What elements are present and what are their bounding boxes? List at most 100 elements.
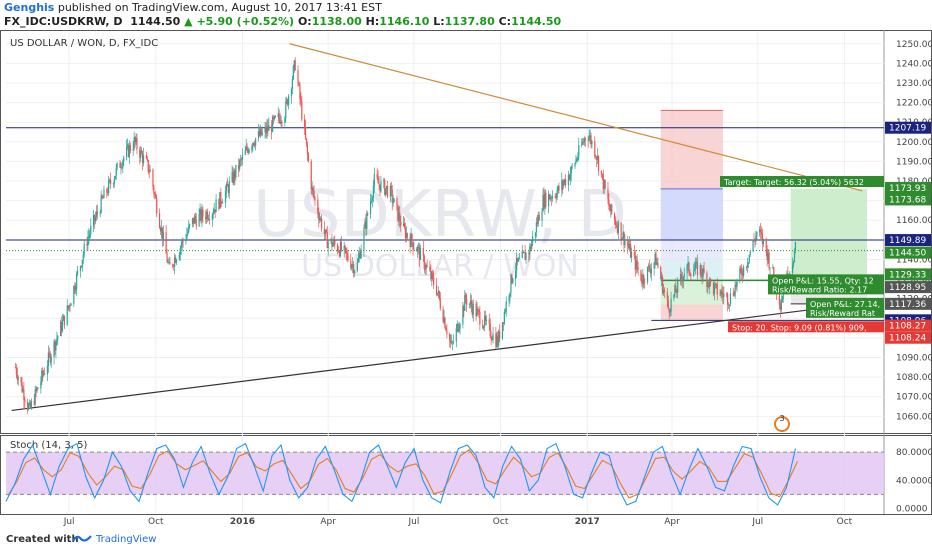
- candle-body: [445, 328, 447, 331]
- candle-body: [483, 326, 485, 329]
- candle-body: [740, 268, 742, 271]
- x-tick-label: Apr: [320, 517, 336, 527]
- candle-body: [509, 292, 511, 297]
- candle-body: [88, 235, 90, 238]
- candle-body: [112, 183, 114, 185]
- candle-body: [239, 160, 241, 170]
- candle-body: [680, 274, 683, 279]
- candle-body: [212, 213, 214, 215]
- candle-body: [312, 187, 314, 192]
- candle-body: [119, 162, 121, 168]
- candle-body: [488, 319, 490, 324]
- x-tick-label: Jul: [63, 517, 75, 527]
- candle-body: [690, 274, 692, 277]
- candle-body: [505, 301, 507, 312]
- candle-body: [122, 161, 124, 168]
- candle-body: [648, 265, 651, 271]
- candle-body: [591, 141, 593, 145]
- y-tick-label: 1220.00: [896, 99, 932, 109]
- candle-body: [673, 294, 675, 299]
- candle-body: [182, 240, 184, 242]
- candle-body: [89, 233, 91, 236]
- candle-body: [136, 138, 138, 150]
- candle-body: [693, 271, 695, 277]
- candle-body: [194, 216, 196, 220]
- candle-body: [228, 181, 230, 193]
- price-axis-tag: 1173.68: [889, 195, 926, 205]
- price-axis-tag: 1173.93: [889, 184, 926, 194]
- candle-body: [501, 322, 504, 339]
- candle-body: [489, 323, 491, 337]
- candle-body: [307, 154, 310, 162]
- candle-body: [300, 98, 302, 102]
- candle-body: [291, 78, 293, 89]
- candle-body: [222, 202, 224, 204]
- position-entry-zone: [660, 259, 723, 281]
- candle-body: [746, 264, 749, 268]
- candle-body: [313, 191, 315, 198]
- candle-body: [294, 60, 296, 71]
- candle-body: [479, 311, 481, 325]
- candle-body: [153, 186, 155, 194]
- candle-body: [356, 262, 358, 271]
- candle-body: [490, 336, 492, 339]
- candle-body: [285, 101, 287, 119]
- candle-body: [741, 270, 743, 276]
- candle-body: [248, 149, 250, 153]
- candle-body: [114, 175, 116, 180]
- candle-body: [677, 279, 679, 293]
- candle-body: [472, 303, 474, 315]
- candle-body: [146, 158, 148, 160]
- candle-body: [627, 240, 629, 247]
- candle-body: [108, 180, 110, 194]
- candle-body: [393, 198, 395, 203]
- tradingview-brand[interactable]: TradingView: [96, 534, 156, 545]
- y-tick-label: 1090.00: [896, 353, 932, 363]
- candle-body: [37, 387, 39, 389]
- chart-title: US DOLLAR / WON, D, FX_IDC: [10, 38, 158, 49]
- tradingview-logo-icon: [72, 533, 92, 546]
- candle-body: [152, 169, 154, 187]
- candle-body: [187, 231, 189, 235]
- candle-body: [780, 302, 782, 310]
- x-tick-label: Oct: [837, 517, 853, 527]
- price-axis-tag: 1108.24: [889, 334, 926, 344]
- candle-body: [617, 222, 619, 233]
- candle-body: [792, 262, 795, 265]
- trendline: [289, 43, 863, 192]
- x-tick-label: Jul: [407, 517, 419, 527]
- candle-body: [30, 401, 33, 408]
- candle-body: [570, 166, 572, 174]
- candle-body: [449, 334, 451, 341]
- candle-body: [207, 211, 209, 220]
- candle-body: [621, 238, 623, 240]
- candle-body: [87, 237, 89, 246]
- horizontal-level-label: 1149.89: [889, 236, 926, 246]
- candle-body: [357, 257, 359, 263]
- candle-body: [371, 197, 374, 201]
- candle-body: [446, 330, 448, 335]
- candle-body: [564, 179, 567, 186]
- candle-body: [83, 243, 85, 255]
- candle-body: [563, 182, 565, 186]
- candle-body: [688, 262, 690, 273]
- candle-body: [696, 261, 699, 276]
- candle-body: [465, 295, 467, 299]
- candle-body: [360, 249, 362, 259]
- candle-body: [716, 283, 718, 295]
- candle-body: [132, 148, 134, 151]
- candle-body: [468, 303, 471, 305]
- candle-body: [743, 266, 745, 277]
- candle-body: [172, 264, 174, 266]
- candle-body: [378, 183, 380, 185]
- stoch-y-tick-label: 40.0000: [896, 476, 932, 486]
- candle-body: [728, 304, 731, 306]
- candle-body: [44, 373, 46, 375]
- candle-body: [778, 294, 781, 305]
- open-pl-annotation-2: Open P&L: 27.14,: [810, 300, 880, 309]
- candle-body: [70, 303, 72, 306]
- candle-body: [423, 255, 425, 269]
- chart-canvas[interactable]: 1060.001070.001080.001090.001100.001110.…: [0, 0, 932, 550]
- candle-body: [521, 251, 523, 259]
- candle-body: [332, 244, 334, 247]
